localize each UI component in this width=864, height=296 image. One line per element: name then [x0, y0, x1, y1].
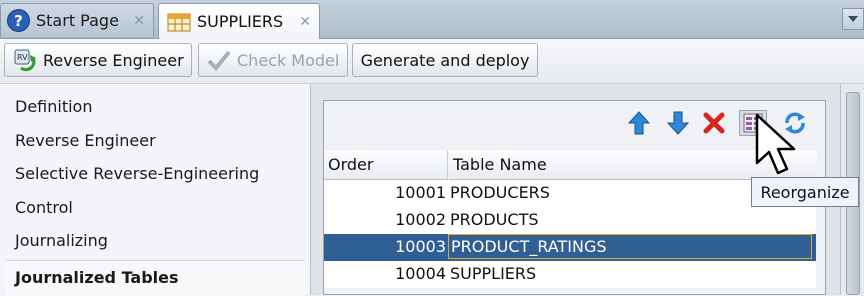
nav-item-journalizing[interactable]: Journalizing	[15, 231, 108, 250]
close-icon[interactable]: ✕	[133, 13, 145, 29]
table-row[interactable]: 10004 SUPPLIERS	[324, 261, 816, 288]
table-row[interactable]: 10001 PRODUCERS	[324, 180, 816, 207]
tab-start-page[interactable]: ? Start Page ✕	[0, 3, 154, 37]
check-model-button[interactable]: Check Model	[198, 43, 348, 77]
order-cell: 10003	[395, 237, 446, 256]
svg-text:RV: RV	[17, 53, 28, 62]
tab-label: Start Page	[36, 11, 119, 30]
nav-item-definition[interactable]: Definition	[15, 97, 92, 116]
check-model-label: Check Model	[237, 50, 340, 70]
model-toolbar: RV Reverse Engineer Check Model Generate…	[0, 39, 864, 84]
mouse-pointer-icon	[755, 113, 796, 175]
order-cell: 10001	[395, 183, 446, 202]
tab-suppliers[interactable]: SUPPLIERS ✕	[158, 3, 320, 39]
move-up-icon[interactable]	[627, 110, 651, 136]
move-down-icon[interactable]	[666, 110, 690, 136]
order-cell: 10004	[395, 264, 446, 283]
nav-item-control[interactable]: Control	[15, 198, 73, 217]
help-icon: ?	[7, 9, 30, 32]
nav-item-journalized-tables[interactable]: Journalized Tables	[6, 260, 305, 296]
generate-deploy-button[interactable]: Generate and deploy	[352, 43, 538, 77]
reverse-engineer-icon: RV	[13, 48, 37, 72]
reverse-engineer-button[interactable]: RV Reverse Engineer	[4, 43, 192, 77]
order-cell: 10002	[395, 210, 446, 229]
nav-item-selective-reverse-engineering[interactable]: Selective Reverse-Engineering	[15, 164, 259, 183]
generate-deploy-label: Generate and deploy	[360, 50, 530, 70]
table-name-cell: SUPPLIERS	[450, 264, 537, 283]
nav-item-reverse-engineer[interactable]: Reverse Engineer	[15, 131, 156, 150]
table-row[interactable]: 10002 PRODUCTS	[324, 207, 816, 234]
close-icon[interactable]: ✕	[299, 14, 311, 30]
editor-tab-bar: ? Start Page ✕ SUPPLIERS ✕	[0, 0, 864, 39]
column-header-order[interactable]: Order	[324, 150, 448, 180]
table-name-cell: PRODUCTS	[450, 210, 539, 229]
table-icon	[167, 11, 191, 33]
model-nav-list: Definition Reverse Engineer Selective Re…	[0, 84, 310, 296]
tab-label: SUPPLIERS	[197, 12, 284, 31]
checkmark-icon	[207, 49, 231, 71]
tab-list-dropdown-icon[interactable]	[842, 8, 864, 30]
reverse-engineer-label: Reverse Engineer	[43, 50, 184, 70]
table-row-selected[interactable]: 10003 PRODUCT_RATINGS	[324, 234, 816, 261]
table-name-cell: PRODUCERS	[450, 183, 550, 202]
reorganize-tooltip: Reorganize	[751, 177, 859, 207]
table-name-cell[interactable]: PRODUCT_RATINGS	[448, 234, 812, 259]
delete-icon[interactable]	[702, 110, 726, 136]
